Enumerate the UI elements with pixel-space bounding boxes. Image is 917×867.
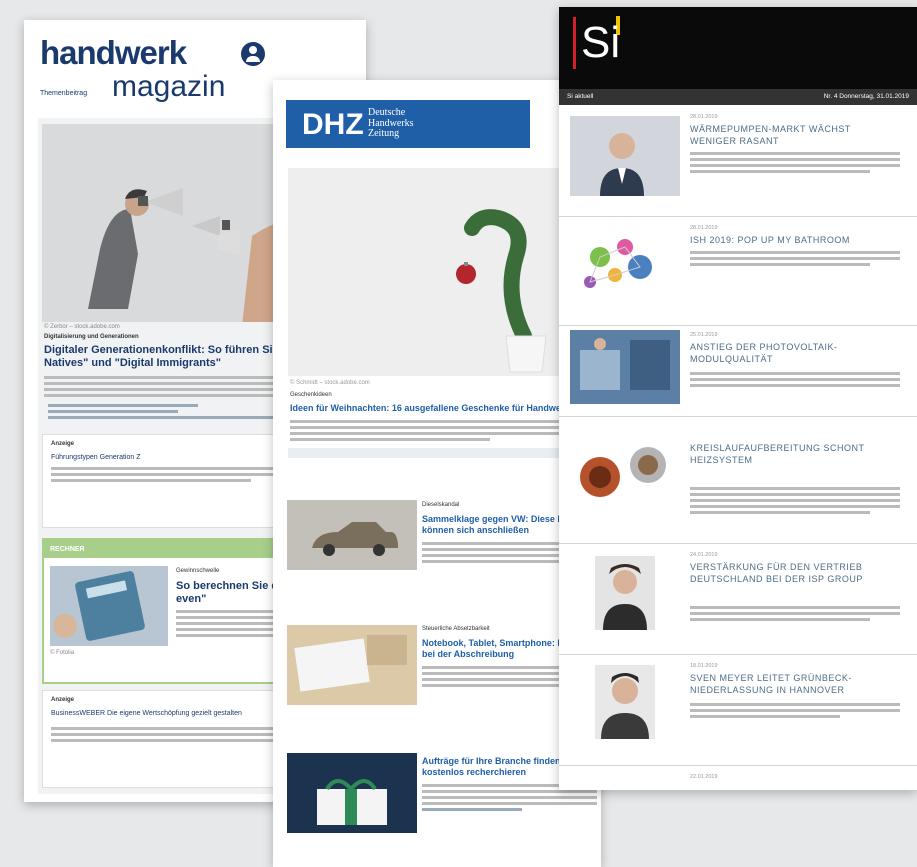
text-line xyxy=(422,802,597,805)
article-kicker: Dieselskandal xyxy=(422,502,460,508)
news-item[interactable]: 28.01.2019 ISH 2019: POP UP MY BATHROOM xyxy=(559,217,917,326)
car-image[interactable] xyxy=(287,500,417,570)
text-line xyxy=(690,505,900,508)
text-line xyxy=(51,739,301,742)
bullet-link[interactable] xyxy=(48,404,198,407)
news-headline[interactable]: KREISLAUFAUFBEREITUNG SCHONT HEIZSYSTEM xyxy=(690,443,900,466)
news-headline[interactable]: ISH 2019: POP UP MY BATHROOM xyxy=(690,235,900,247)
news-date: 28.01.2019 xyxy=(690,114,718,120)
dhz-logo[interactable]: DHZ Deutsche Handwerks Zeitung xyxy=(286,100,530,148)
dhz-logo-subtitle: Deutsche Handwerks Zeitung xyxy=(368,107,414,139)
text-line xyxy=(290,426,580,429)
news-item[interactable]: 24.01.2019 VERSTÄRKUNG FÜR DEN VERTRIEB … xyxy=(559,544,917,655)
news-date: 22.01.2019 xyxy=(690,774,718,780)
news-item[interactable]: 22.01.2019 xyxy=(559,766,917,790)
logo-word-handwerk: handwerk xyxy=(40,34,187,71)
si-info-strip: Si aktuell Nr. 4 Donnerstag, 31.01.2019 xyxy=(559,89,917,105)
news-headline[interactable]: WÄRMEPUMPEN-MARKT WÄCHST WENIGER RASANT xyxy=(690,124,900,147)
text-line xyxy=(690,164,900,167)
text-line xyxy=(290,432,580,435)
rechner-kicker: Gewinnschwelle xyxy=(176,568,220,574)
news-headline[interactable]: ANSTIEG DER PHOTOVOLTAIK-MODULQUALITÄT xyxy=(690,342,900,365)
image-credit: © Zerbor – stock.adobe.com xyxy=(44,324,120,330)
ad-label: Anzeige xyxy=(51,697,75,703)
text-line xyxy=(690,499,900,502)
hero-image-tree[interactable] xyxy=(288,168,601,376)
portrait-image xyxy=(570,116,680,196)
text-line xyxy=(422,796,597,799)
text-line xyxy=(690,487,900,490)
portrait-image xyxy=(595,665,655,739)
rechner-label: RECHNER xyxy=(50,546,85,553)
article-section: Digitalisierung und Generationen xyxy=(44,334,139,340)
text-line xyxy=(690,251,900,254)
news-date: 25.01.2019 xyxy=(690,332,718,338)
news-date: 18.01.2019 xyxy=(690,663,718,669)
logo-subtitle: Themenbeitrag xyxy=(40,90,88,97)
network-graphic xyxy=(570,227,680,307)
text-line xyxy=(690,158,900,161)
image-credit: © Fotolia xyxy=(50,650,75,656)
strip-left-text: Si aktuell xyxy=(567,93,594,100)
text-line xyxy=(690,612,900,615)
text-line xyxy=(690,715,840,718)
news-date: 28.01.2019 xyxy=(690,225,718,231)
calculator-image[interactable] xyxy=(50,566,168,646)
production-image xyxy=(570,330,680,404)
portrait-image xyxy=(595,556,655,630)
text-line xyxy=(290,420,580,423)
ad-title[interactable]: Führungstypen Generation Z xyxy=(51,453,141,462)
text-line xyxy=(690,606,900,609)
gift-image[interactable] xyxy=(287,753,417,833)
si-header: Si xyxy=(559,7,917,89)
news-item[interactable]: 28.01.2019 WÄRMEPUMPEN-MARKT WÄCHST WENI… xyxy=(559,106,917,217)
text-line xyxy=(690,170,870,173)
news-date: 24.01.2019 xyxy=(690,552,718,558)
dhz-title-link[interactable]: Ideen für Weihnachten: 16 ausgefallene G… xyxy=(290,403,590,413)
logo-word-magazin: magazin xyxy=(112,70,226,103)
ad-label: Anzeige xyxy=(51,441,75,447)
news-item[interactable]: 25.01.2019 ANSTIEG DER PHOTOVOLTAIK-MODU… xyxy=(559,326,917,417)
logo-red-bar xyxy=(573,17,576,69)
news-headline[interactable]: SVEN MEYER LEITET GRÜNBECK-NIEDERLASSUNG… xyxy=(690,673,900,696)
text-line xyxy=(690,384,900,387)
news-headline[interactable]: VERSTÄRKUNG FÜR DEN VERTRIEB DEUTSCHLAND… xyxy=(690,562,900,585)
article-kicker: Steuerliche Absetzbarkeit xyxy=(422,626,490,632)
text-line xyxy=(690,493,900,496)
bullet-link[interactable] xyxy=(48,410,178,413)
text-line xyxy=(690,709,900,712)
issue-date: Nr. 4 Donnerstag, 31.01.2019 xyxy=(823,93,909,100)
si-logo[interactable]: Si xyxy=(581,18,620,68)
pipe-image xyxy=(570,425,680,505)
text-line xyxy=(690,378,900,381)
si-newsletter: Si Si aktuell Nr. 4 Donnerstag, 31.01.20… xyxy=(559,7,917,790)
user-icon xyxy=(241,42,265,66)
news-item[interactable]: 18.01.2019 SVEN MEYER LEITET GRÜNBECK-NI… xyxy=(559,655,917,766)
more-link[interactable] xyxy=(422,808,522,811)
text-line xyxy=(690,511,870,514)
dhz-kicker: Geschenkideen xyxy=(290,392,332,398)
text-line xyxy=(690,257,900,260)
news-item[interactable]: KREISLAUFAUFBEREITUNG SCHONT HEIZSYSTEM xyxy=(559,417,917,544)
dhz-header: DHZ Deutsche Handwerks Zeitung xyxy=(273,80,601,148)
dhz-logo-text: DHZ xyxy=(302,108,364,141)
image-credit: © Schmidt – stock.adobe.com xyxy=(290,380,370,386)
text-line xyxy=(690,618,870,621)
text-line xyxy=(690,263,870,266)
more-links-bar[interactable] xyxy=(288,448,580,458)
handwerk-magazin-logo[interactable]: handwerk magazin Themenbeitrag xyxy=(40,34,265,103)
text-line xyxy=(690,152,900,155)
dhz-newsletter: DHZ Deutsche Handwerks Zeitung © Schmidt… xyxy=(273,80,601,867)
text-line xyxy=(290,438,490,441)
text-line xyxy=(51,479,251,482)
text-line xyxy=(422,790,597,793)
notebook-image[interactable] xyxy=(287,625,417,705)
text-line xyxy=(690,703,900,706)
text-line xyxy=(690,372,900,375)
